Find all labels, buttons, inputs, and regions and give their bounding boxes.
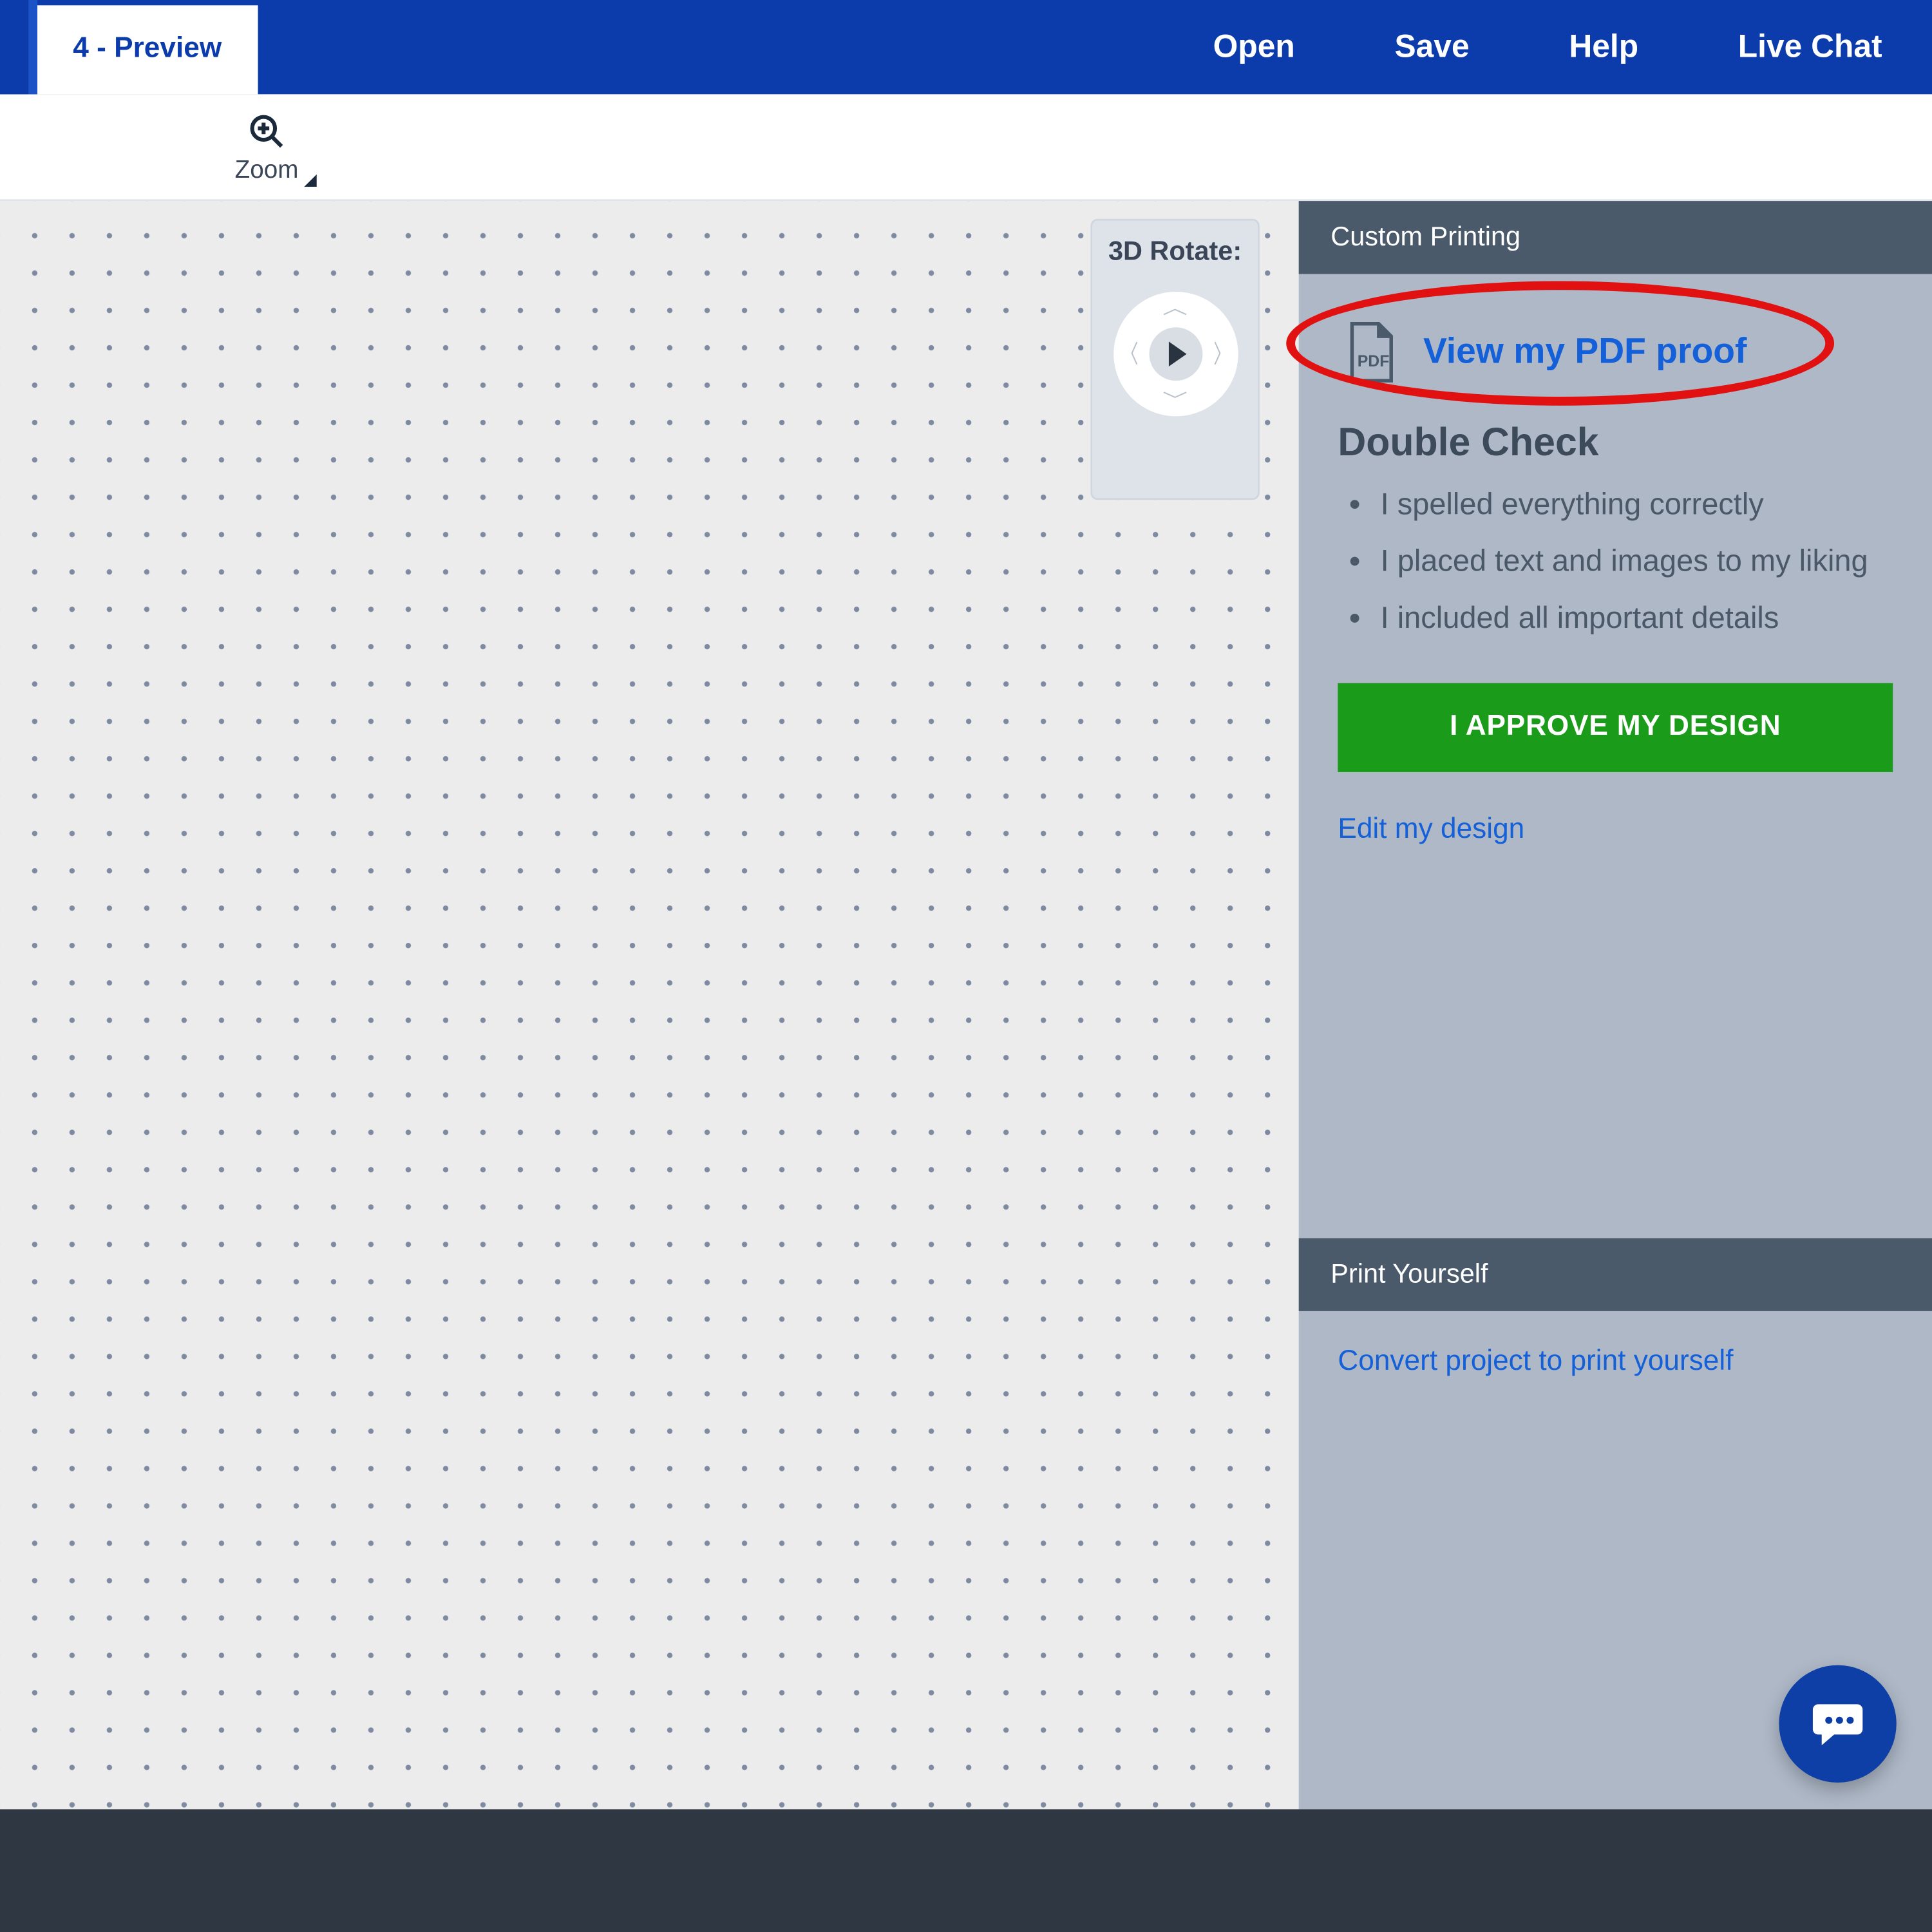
tab-label: 4 - Preview	[73, 33, 222, 66]
rotate-left-icon[interactable]: 〈	[1120, 341, 1137, 366]
edit-design-link[interactable]: Edit my design	[1338, 815, 1524, 847]
rotate-play-button[interactable]	[1148, 327, 1202, 381]
approve-design-button[interactable]: I APPROVE MY DESIGN	[1338, 683, 1893, 772]
convert-print-yourself-link[interactable]: Convert project to print yourself	[1338, 1347, 1733, 1377]
open-link[interactable]: Open	[1163, 0, 1345, 94]
help-link[interactable]: Help	[1519, 0, 1688, 94]
print-yourself-header: Print Yourself	[1299, 1238, 1932, 1311]
rotate-3d-panel: 3D Rotate: ︿ ﹀ 〈 〉	[1090, 219, 1259, 500]
zoom-in-icon	[247, 111, 287, 151]
zoom-label: Zoom	[235, 154, 299, 182]
view-pdf-proof-label: View my PDF proof	[1423, 332, 1747, 373]
check-item: I spelled everything correctly	[1381, 488, 1893, 523]
save-link[interactable]: Save	[1345, 0, 1519, 94]
view-pdf-proof-link[interactable]: PDF View my PDF proof	[1345, 320, 1893, 384]
custom-printing-header: Custom Printing	[1299, 201, 1932, 274]
rotate-wheel: ︿ ﹀ 〈 〉	[1113, 292, 1237, 416]
tab-accent	[28, 0, 37, 94]
rotate-3d-label: 3D Rotate:	[1108, 236, 1242, 267]
top-bar: 4 - Preview Open Save Help Live Chat	[0, 0, 1932, 94]
check-item: I placed text and images to my liking	[1381, 544, 1893, 580]
tab-gutter	[0, 0, 28, 94]
chat-widget-button[interactable]	[1779, 1665, 1896, 1783]
live-chat-link[interactable]: Live Chat	[1688, 0, 1932, 94]
tab-preview[interactable]: 4 - Preview	[37, 5, 257, 94]
sidebar: Custom Printing PDF View my PDF proof Do…	[1299, 201, 1932, 1809]
zoom-button[interactable]: Zoom	[235, 111, 299, 182]
rotate-up-icon[interactable]: ︿	[1162, 299, 1188, 316]
double-check-list: I spelled everything correctly I placed …	[1338, 488, 1893, 637]
footer	[0, 1809, 1932, 1932]
rotate-down-icon[interactable]: ﹀	[1162, 392, 1188, 409]
double-check-title: Double Check	[1338, 420, 1893, 466]
check-item: I included all important details	[1381, 601, 1893, 637]
dropdown-caret-icon	[304, 173, 316, 185]
chat-bubble-icon	[1808, 1694, 1868, 1754]
pdf-file-icon: PDF	[1345, 320, 1398, 384]
design-canvas-area: 3D Rotate: ︿ ﹀ 〈 〉	[0, 201, 1299, 1809]
svg-text:PDF: PDF	[1358, 352, 1390, 370]
rotate-right-icon[interactable]: 〉	[1213, 341, 1230, 366]
toolbar: Zoom	[0, 94, 1932, 201]
